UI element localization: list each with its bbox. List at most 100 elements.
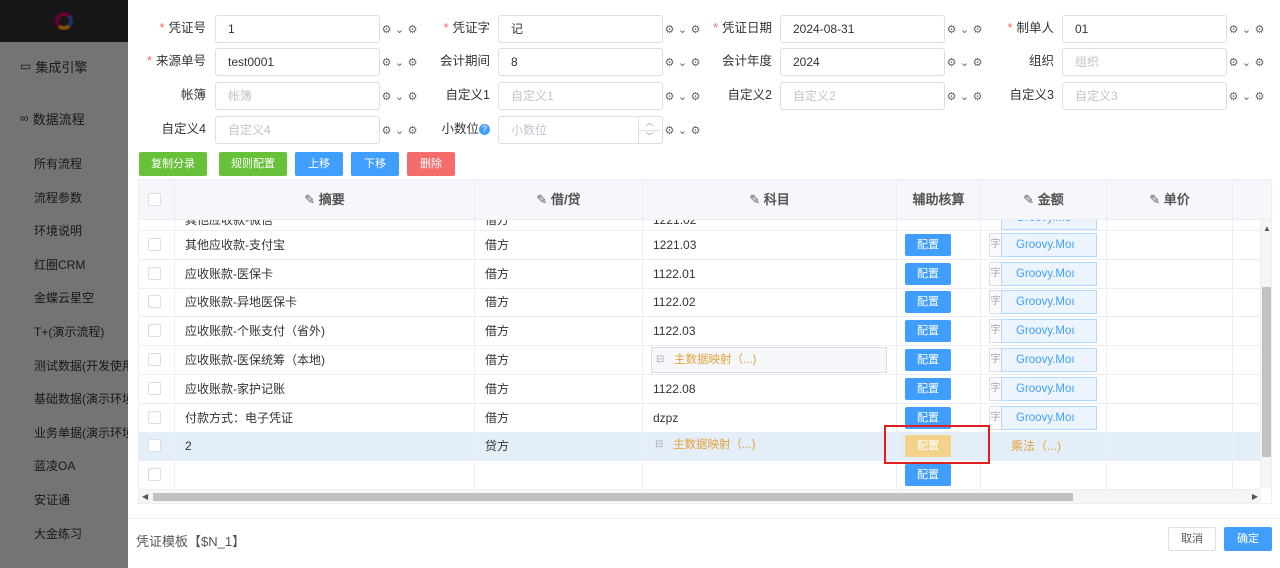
year-input[interactable]: 2024 <box>780 48 945 76</box>
gear-icon[interactable]: ⚙ <box>689 124 702 137</box>
amount-formula[interactable]: Groovy.Moı <box>1001 406 1097 430</box>
account-cell[interactable]: 1122.01 <box>643 260 897 288</box>
sidebar-item[interactable]: 金蝶云星空 <box>0 282 128 316</box>
move-up-button[interactable]: 上移 <box>295 152 343 176</box>
chevron-down-icon[interactable]: ⌄ <box>1240 56 1253 69</box>
summary-cell[interactable] <box>175 461 475 489</box>
settings-icon[interactable]: ⚙ <box>663 124 676 137</box>
chevron-down-icon[interactable]: ⌄ <box>676 23 689 36</box>
help-icon[interactable]: ? <box>479 124 490 136</box>
config-button[interactable]: 配置 <box>905 263 951 285</box>
price-cell[interactable] <box>1107 288 1233 316</box>
price-cell[interactable] <box>1107 260 1233 288</box>
row-checkbox[interactable] <box>148 382 161 395</box>
amount-formula[interactable]: 乘法（...) <box>981 432 1107 460</box>
account-cell[interactable]: 1122.03 <box>643 317 897 345</box>
source-no-input[interactable]: test0001 <box>215 48 380 76</box>
account-cell[interactable]: ⊟ 主数据映射（...) <box>643 432 897 460</box>
decrement-icon[interactable]: ﹀ <box>639 131 660 144</box>
gear-icon[interactable]: ⚙ <box>689 56 702 69</box>
row-checkbox[interactable] <box>148 468 161 481</box>
custom2-input[interactable]: 自定义2 <box>780 82 945 110</box>
summary-cell[interactable]: 应收账款-异地医保卡 <box>175 288 475 316</box>
row-checkbox[interactable] <box>148 439 161 452</box>
voucher-date-input[interactable]: 2024-08-31 <box>780 15 945 43</box>
amount-formula[interactable]: Groovy.Moı <box>1001 348 1097 372</box>
chevron-down-icon[interactable]: ⌄ <box>1240 23 1253 36</box>
master-data-mapping-field[interactable]: ⊟ 主数据映射（...) <box>651 433 887 459</box>
move-down-button[interactable]: 下移 <box>351 152 399 176</box>
settings-icon[interactable]: ⚙ <box>945 23 958 36</box>
sidebar-section-engine[interactable]: ▭ 集成引擎 <box>0 44 128 88</box>
vertical-scrollbar[interactable]: ▲ <box>1260 220 1271 488</box>
gear-icon[interactable]: ⚙ <box>406 124 419 137</box>
summary-cell[interactable]: 应收账款-医保统筹（本地) <box>175 346 475 374</box>
voucher-no-input[interactable]: 1 <box>215 15 380 43</box>
amount-formula[interactable]: Groovy.Moı <box>1001 377 1097 401</box>
row-checkbox[interactable] <box>148 411 161 424</box>
summary-cell[interactable]: 应收账款-家护记账 <box>175 375 475 403</box>
scroll-up-icon[interactable]: ▲ <box>1263 224 1271 233</box>
chevron-down-icon[interactable]: ⌄ <box>958 56 971 69</box>
gear-icon[interactable]: ⚙ <box>406 56 419 69</box>
custom1-input[interactable]: 自定义1 <box>498 82 663 110</box>
account-cell[interactable]: 1221.03 <box>643 231 897 259</box>
scroll-right-icon[interactable]: ▶ <box>1252 492 1258 501</box>
chevron-down-icon[interactable]: ⌄ <box>393 90 406 103</box>
select-all-checkbox[interactable] <box>148 193 161 206</box>
sidebar-item[interactable]: 大金练习 <box>0 518 128 552</box>
sidebar-item[interactable]: 安证通 <box>0 484 128 518</box>
price-cell[interactable] <box>1107 432 1233 460</box>
gear-icon[interactable]: ⚙ <box>406 90 419 103</box>
account-cell[interactable]: ⊟ 主数据映射（...) <box>643 346 897 374</box>
delete-button[interactable]: 删除 <box>407 152 455 176</box>
scroll-left-icon[interactable]: ◀ <box>142 492 148 501</box>
gear-icon[interactable]: ⚙ <box>1253 56 1266 69</box>
config-button[interactable]: 配置 <box>905 320 951 342</box>
settings-icon[interactable]: ⚙ <box>380 124 393 137</box>
config-button[interactable]: 配置 <box>905 349 951 371</box>
row-checkbox[interactable] <box>148 238 161 251</box>
chevron-down-icon[interactable]: ⌄ <box>676 124 689 137</box>
settings-icon[interactable]: ⚙ <box>1227 90 1240 103</box>
gear-icon[interactable]: ⚙ <box>1253 23 1266 36</box>
vertical-scroll-thumb[interactable] <box>1262 287 1271 457</box>
gear-icon[interactable]: ⚙ <box>689 23 702 36</box>
sidebar-item[interactable]: 测试数据(开发使用 <box>0 350 128 384</box>
maker-input[interactable]: 01 <box>1062 15 1227 43</box>
config-button[interactable]: 配置 <box>905 378 951 400</box>
price-cell[interactable] <box>1107 317 1233 345</box>
direction-cell[interactable]: 借方 <box>475 346 643 374</box>
amount-formula[interactable]: Groovy.Moı <box>1001 290 1097 314</box>
summary-cell[interactable]: 应收账款-个账支付（省外) <box>175 317 475 345</box>
account-cell[interactable]: dzpz <box>643 404 897 432</box>
chevron-down-icon[interactable]: ⌄ <box>1240 90 1253 103</box>
settings-icon[interactable]: ⚙ <box>663 56 676 69</box>
horizontal-scrollbar[interactable]: ◀ ▶ <box>139 489 1261 503</box>
summary-cell[interactable]: 其他应收款-支付宝 <box>175 231 475 259</box>
config-button[interactable]: 配置 <box>905 291 951 313</box>
price-cell[interactable] <box>1107 404 1233 432</box>
direction-cell[interactable] <box>475 461 643 489</box>
chevron-down-icon[interactable]: ⌄ <box>676 90 689 103</box>
sidebar-section-dataflow[interactable]: ∞ 数据流程 <box>0 96 128 140</box>
master-data-mapping-field[interactable]: ⊟ 主数据映射（...) <box>651 347 887 373</box>
direction-cell[interactable]: 借方 <box>475 375 643 403</box>
voucher-word-input[interactable]: 记 <box>498 15 663 43</box>
config-button[interactable]: 配置 <box>905 234 951 256</box>
row-checkbox[interactable] <box>148 267 161 280</box>
gear-icon[interactable]: ⚙ <box>1253 90 1266 103</box>
rule-config-button[interactable]: 规则配置 <box>219 152 287 176</box>
settings-icon[interactable]: ⚙ <box>380 90 393 103</box>
direction-cell[interactable]: 借方 <box>475 260 643 288</box>
amount-formula[interactable]: Groovy.Moı <box>1001 262 1097 286</box>
custom3-input[interactable]: 自定义3 <box>1062 82 1227 110</box>
settings-icon[interactable]: ⚙ <box>380 56 393 69</box>
price-cell[interactable] <box>1107 231 1233 259</box>
increment-icon[interactable]: ︿ <box>639 117 660 131</box>
account-cell[interactable]: 1122.08 <box>643 375 897 403</box>
book-input[interactable]: 帐簿 <box>215 82 380 110</box>
amount-formula[interactable]: Groovy.Mo <box>1001 220 1097 230</box>
gear-icon[interactable]: ⚙ <box>971 23 984 36</box>
config-button[interactable]: 配置 <box>905 464 951 486</box>
